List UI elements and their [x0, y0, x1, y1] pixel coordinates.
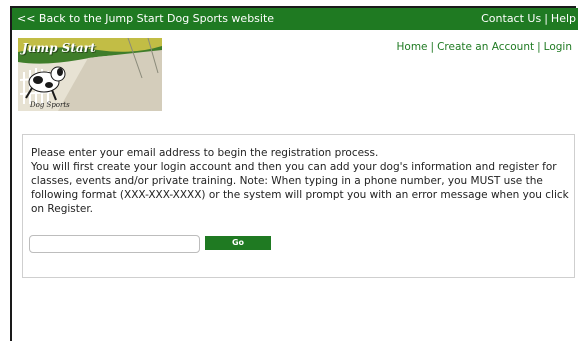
nav-create-account-link[interactable]: Create an Account — [437, 41, 534, 53]
instruction-line-2: You will first create your login account… — [31, 161, 569, 215]
logo-title: Jump Start — [22, 41, 96, 55]
page-frame: << Back to the Jump Start Dog Sports web… — [10, 6, 578, 341]
contact-us-link[interactable]: Contact Us — [481, 12, 541, 25]
go-button[interactable]: Go — [205, 236, 271, 250]
nav-home-link[interactable]: Home — [397, 41, 428, 53]
nav-separator: | — [537, 41, 541, 53]
email-input[interactable] — [29, 235, 200, 253]
nav-login-link[interactable]: Login — [544, 41, 572, 53]
site-logo[interactable]: Jump Start Dog Sports — [18, 38, 162, 111]
nav-separator: | — [430, 41, 435, 53]
registration-panel: Please enter your email address to begin… — [22, 134, 575, 278]
instruction-line-1: Please enter your email address to begin… — [31, 147, 379, 159]
top-bar-separator: | — [544, 12, 548, 25]
logo-subtitle: Dog Sports — [30, 101, 70, 109]
account-nav: Home | Create an Account | Login — [397, 41, 573, 53]
help-link[interactable]: Help — [551, 12, 576, 25]
top-bar: << Back to the Jump Start Dog Sports web… — [12, 8, 578, 30]
back-to-website-link[interactable]: << Back to the Jump Start Dog Sports web… — [17, 12, 274, 25]
registration-instructions: Please enter your email address to begin… — [31, 146, 571, 216]
top-bar-links: Contact Us | Help — [481, 12, 576, 25]
